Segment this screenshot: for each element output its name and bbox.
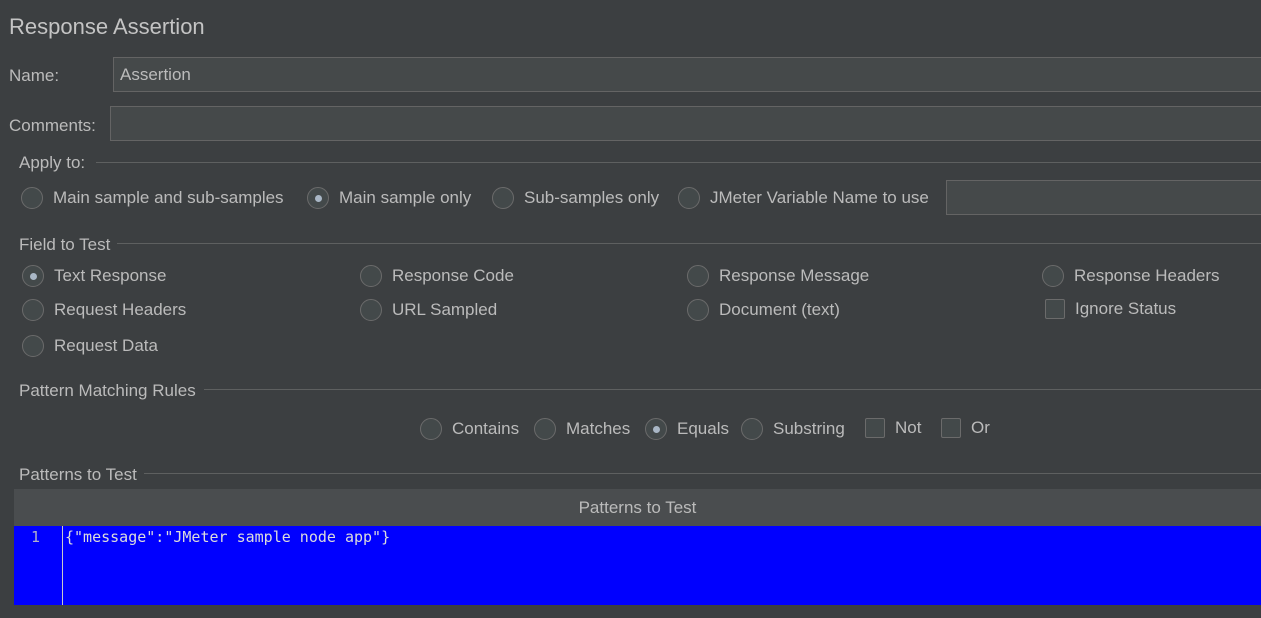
field-response-headers-label: Response Headers <box>1074 266 1220 285</box>
pattern-code-line[interactable]: {"message":"JMeter sample node app"} <box>63 526 390 605</box>
radio-icon[interactable] <box>360 299 382 321</box>
radio-icon[interactable] <box>687 265 709 287</box>
radio-icon[interactable] <box>22 299 44 321</box>
rule-substring-radio[interactable]: Substring <box>741 418 845 440</box>
field-response-code-radio[interactable]: Response Code <box>360 265 514 287</box>
radio-icon[interactable] <box>678 187 700 209</box>
patterns-divider <box>144 473 1261 474</box>
radio-icon[interactable] <box>21 187 43 209</box>
field-response-message-radio[interactable]: Response Message <box>687 265 869 287</box>
rule-not-checkbox[interactable]: Not <box>865 418 921 438</box>
radio-icon[interactable] <box>420 418 442 440</box>
rule-matches-label: Matches <box>566 419 631 438</box>
field-request-headers-label: Request Headers <box>54 300 187 319</box>
comments-label: Comments: <box>9 116 96 135</box>
checkbox-icon[interactable] <box>941 418 961 438</box>
apply-main-and-sub-radio[interactable]: Main sample and sub-samples <box>21 187 284 209</box>
field-request-headers-radio[interactable]: Request Headers <box>22 299 186 321</box>
radio-icon[interactable] <box>492 187 514 209</box>
rule-or-label: Or <box>971 418 990 437</box>
rule-or-checkbox[interactable]: Or <box>941 418 990 438</box>
rule-substring-label: Substring <box>773 419 845 438</box>
rule-contains-label: Contains <box>452 419 520 438</box>
field-request-data-label: Request Data <box>54 336 158 355</box>
radio-selected-icon[interactable] <box>307 187 329 209</box>
apply-jmeter-variable-label: JMeter Variable Name to use <box>710 188 929 207</box>
field-text-response-radio[interactable]: Text Response <box>22 265 166 287</box>
apply-jmeter-variable-radio[interactable]: JMeter Variable Name to use <box>678 187 929 209</box>
radio-selected-icon[interactable] <box>22 265 44 287</box>
jmeter-variable-field[interactable] <box>946 180 1261 215</box>
line-number: 1 <box>30 528 40 546</box>
comments-field[interactable] <box>110 106 1261 141</box>
name-field[interactable] <box>113 57 1261 92</box>
apply-to-divider <box>96 162 1261 163</box>
radio-selected-icon[interactable] <box>645 418 667 440</box>
field-document-text-radio[interactable]: Document (text) <box>687 299 840 321</box>
name-label: Name: <box>9 66 60 85</box>
checkbox-icon[interactable] <box>1045 299 1065 319</box>
jmeter-variable-input[interactable] <box>947 181 1261 214</box>
patterns-editor[interactable]: 1 {"message":"JMeter sample node app"} <box>14 526 1261 605</box>
pattern-rules-title: Pattern Matching Rules <box>19 381 196 400</box>
apply-main-only-radio[interactable]: Main sample only <box>307 187 471 209</box>
rule-matches-radio[interactable]: Matches <box>534 418 630 440</box>
patterns-column-header[interactable]: Patterns to Test <box>14 489 1261 526</box>
ignore-status-checkbox[interactable]: Ignore Status <box>1045 299 1176 319</box>
radio-icon[interactable] <box>22 335 44 357</box>
field-text-response-label: Text Response <box>54 266 167 285</box>
pattern-rules-divider <box>204 389 1261 390</box>
field-url-sampled-label: URL Sampled <box>392 300 498 319</box>
radio-icon[interactable] <box>687 299 709 321</box>
field-to-test-title: Field to Test <box>19 235 111 254</box>
field-to-test-divider <box>117 243 1261 244</box>
rule-not-label: Not <box>895 418 922 437</box>
patterns-title: Patterns to Test <box>19 465 137 484</box>
radio-icon[interactable] <box>360 265 382 287</box>
radio-icon[interactable] <box>741 418 763 440</box>
field-request-data-radio[interactable]: Request Data <box>22 335 158 357</box>
radio-icon[interactable] <box>534 418 556 440</box>
apply-main-and-sub-label: Main sample and sub-samples <box>53 188 284 207</box>
rule-equals-radio[interactable]: Equals <box>645 418 729 440</box>
field-response-message-label: Response Message <box>719 266 870 285</box>
line-number-gutter: 1 <box>14 526 63 605</box>
comments-input[interactable] <box>111 107 1261 140</box>
apply-sub-only-radio[interactable]: Sub-samples only <box>492 187 659 209</box>
panel-title: Response Assertion <box>9 14 205 39</box>
ignore-status-label: Ignore Status <box>1075 299 1177 318</box>
radio-icon[interactable] <box>1042 265 1064 287</box>
apply-to-title: Apply to: <box>19 153 86 172</box>
rule-contains-radio[interactable]: Contains <box>420 418 519 440</box>
name-input[interactable] <box>114 58 1261 91</box>
apply-sub-only-label: Sub-samples only <box>524 188 660 207</box>
rule-equals-label: Equals <box>677 419 729 438</box>
checkbox-icon[interactable] <box>865 418 885 438</box>
field-response-code-label: Response Code <box>392 266 514 285</box>
apply-main-only-label: Main sample only <box>339 188 472 207</box>
field-document-text-label: Document (text) <box>719 300 840 319</box>
field-url-sampled-radio[interactable]: URL Sampled <box>360 299 497 321</box>
field-response-headers-radio[interactable]: Response Headers <box>1042 265 1220 287</box>
patterns-column-header-label: Patterns to Test <box>578 497 697 517</box>
